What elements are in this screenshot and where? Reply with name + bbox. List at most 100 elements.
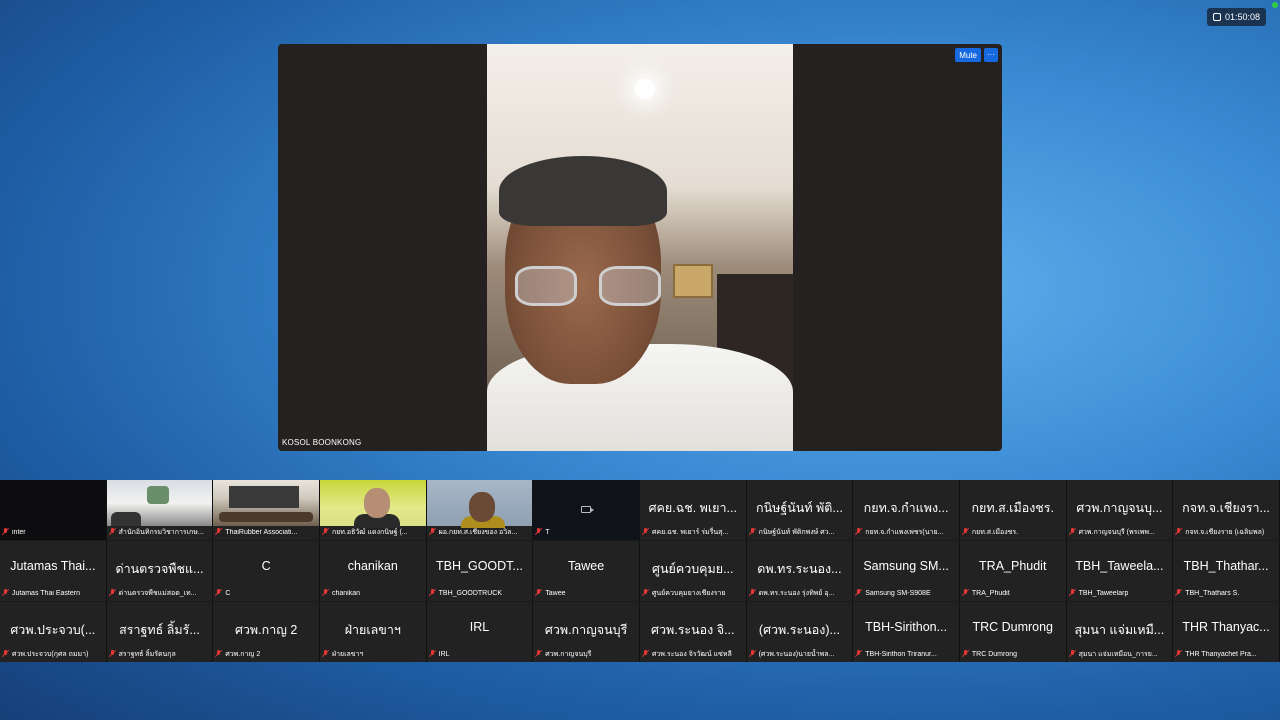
- participant-display-name: ศวพ.กาญ 2: [234, 623, 298, 637]
- participant-display-name: TRC Dumrong: [972, 620, 1054, 634]
- participant-display-name: สราฐทธ์ ลิ้มรั...: [119, 623, 200, 637]
- participant-tile[interactable]: chanikan chanikan: [319, 541, 427, 601]
- participant-tile[interactable]: ThaiRubber Associati...: [213, 480, 320, 540]
- participant-tile[interactable]: TBH_Thathar... TBH_Thathars S.: [1173, 541, 1280, 601]
- participant-nameplate: สำนักอินทิกรมวิชาการเกษ...: [109, 526, 209, 538]
- mic-off-icon: [749, 650, 756, 658]
- participant-nameplate: inter: [2, 526, 102, 538]
- participant-nameplate: Jutamas Thai Eastern: [2, 587, 102, 599]
- mic-off-icon: [429, 528, 436, 536]
- meeting-timer[interactable]: 01:50:08: [1206, 8, 1266, 26]
- participant-nameplate: ด่านตรวจพืชแม่สอด_เท...: [109, 587, 209, 599]
- participant-tile[interactable]: ศูนย์ควบคุมย... ศูนย์ควบคุมยางเชียงราย: [639, 541, 747, 601]
- participant-display-name: C: [261, 559, 271, 573]
- participant-display-name: ศวพ.กาญจนบุรี: [544, 623, 628, 637]
- more-options-button[interactable]: ···: [984, 48, 998, 62]
- participant-nameplate: กยท.ส.เมืองชร.: [962, 526, 1062, 538]
- mic-off-icon: [855, 589, 862, 597]
- mute-participant-button[interactable]: Mute: [955, 48, 981, 62]
- participant-gallery: inter สำนักอินทิกรมวิชาการเกษ... ThaiRub…: [0, 480, 1280, 662]
- active-speaker-video[interactable]: Mute ··· KOSOL BOONKONG: [278, 44, 1002, 451]
- mic-off-icon: [215, 528, 222, 536]
- participant-tile[interactable]: ศวพ.กาญจนบุรี ศวพ.กาญจนบุรี: [533, 602, 640, 662]
- participant-nameplate: TRC Dumrong: [962, 648, 1062, 660]
- participant-tile[interactable]: T: [533, 480, 640, 540]
- participant-tile[interactable]: ศวพ.ประจวบ(... ศวพ.ประจวบ(กุศล ถมมา): [0, 602, 107, 662]
- participant-tile[interactable]: ศวพ.ระนอง จิ... ศวพ.ระนอง จิรวัฒน์ แซ่หลี: [639, 602, 747, 662]
- participant-tile[interactable]: กยท.ส.เมืองชร. กยท.ส.เมืองชร.: [959, 480, 1067, 540]
- participant-nameplate: ผอ.กยท.ส.เชียงของ อวิล...: [429, 526, 529, 538]
- connection-status-dot: [1272, 2, 1278, 8]
- participant-video: [106, 480, 213, 526]
- participant-tile[interactable]: Jutamas Thai... Jutamas Thai Eastern: [0, 541, 107, 601]
- participant-tile[interactable]: IRL IRL: [426, 602, 534, 662]
- participant-tile[interactable]: ศวพ.กาญ 2 ศวพ.กาญ 2: [213, 602, 320, 662]
- participant-tile[interactable]: TBH_GOODT... TBH_GOODTRUCK: [426, 541, 534, 601]
- participant-display-name: TBH_Taweela...: [1075, 559, 1164, 573]
- participant-display-name: ศวพ.ประจวบ(...: [10, 623, 96, 637]
- mic-off-icon: [642, 650, 649, 658]
- participant-tile[interactable]: TRA_Phudit TRA_Phudit: [959, 541, 1067, 601]
- participant-display-name: chanikan: [347, 559, 398, 573]
- participant-video: [213, 480, 319, 526]
- participant-tile[interactable]: ด่านตรวจพืชแ... ด่านตรวจพืชแม่สอด_เท...: [106, 541, 214, 601]
- participant-nameplate: TBH-Sirithon Triranur...: [855, 648, 955, 660]
- participant-tile[interactable]: สราฐทธ์ ลิ้มรั... สราฐทธ์ ลิ้มรัตนกุล: [106, 602, 214, 662]
- participant-nameplate: TRA_Phudit: [962, 587, 1062, 599]
- participant-tile[interactable]: ศวพ.กาญจนบุ... ศวพ.กาญจนบุรี (พรเพพ...: [1066, 480, 1174, 540]
- participant-display-name: ฝ่ายเลขาฯ: [344, 623, 401, 637]
- speaker-hair: [499, 156, 667, 226]
- participant-tile[interactable]: กยท.อธิวัฒ์ แดงกนิษฐ์ (...: [319, 480, 427, 540]
- participant-tile[interactable]: กนิษฐ์นันท์ พัติ... กนิษฐ์นันท์ พัติกพงษ…: [746, 480, 854, 540]
- participant-tile[interactable]: ดพ.ทร.ระนอง... ดพ.ทร.ระนอง รุ่งทิพย์ อุ..…: [746, 541, 854, 601]
- participant-tile[interactable]: ผอ.กยท.ส.เชียงของ อวิล...: [426, 480, 534, 540]
- speaker-glasses: [515, 266, 661, 306]
- participant-display-name: สุมนา แจ่มเหมื...: [1074, 623, 1165, 637]
- mic-off-icon: [749, 528, 756, 536]
- participant-tile[interactable]: TBH_Taweela... TBH_Taweelarp: [1066, 541, 1174, 601]
- mic-off-icon: [1175, 528, 1182, 536]
- participant-tile[interactable]: Tawee Tawee: [533, 541, 640, 601]
- background-painting: [673, 264, 713, 298]
- mic-off-icon: [2, 650, 9, 658]
- participant-tile[interactable]: Samsung SM... Samsung SM-S908E: [853, 541, 960, 601]
- participant-tile[interactable]: inter: [0, 480, 107, 540]
- participant-tile[interactable]: CC: [213, 541, 320, 601]
- participant-tile[interactable]: TRC Dumrong TRC Dumrong: [959, 602, 1067, 662]
- speaker-name-label: KOSOL BOONKONG: [282, 438, 362, 447]
- mic-off-icon: [1069, 650, 1076, 658]
- mic-off-icon: [535, 650, 542, 658]
- mic-off-icon: [109, 589, 116, 597]
- mic-off-icon: [215, 589, 222, 597]
- mic-off-icon: [2, 528, 9, 536]
- video-controls: Mute ···: [955, 48, 998, 62]
- participant-display-name: IRL: [469, 620, 490, 634]
- participant-display-name: กยท.จ.กำแพง...: [863, 501, 949, 515]
- participant-tile[interactable]: (ศวพ.ระนอง)... (ศวพ.ระนอง)นายน้ำพล...: [746, 602, 854, 662]
- participant-tile[interactable]: THR Thanyac... THR Thanyachet Pra...: [1173, 602, 1280, 662]
- participant-tile[interactable]: ฝ่ายเลขาฯ ฝ่ายเลขาฯ: [319, 602, 427, 662]
- mic-off-icon: [2, 589, 9, 597]
- participant-tile[interactable]: กยท.จ.กำแพง... กยท.จ.กำแพงเพชร(นาย...: [853, 480, 960, 540]
- mic-off-icon: [962, 528, 969, 536]
- participant-nameplate: กนิษฐ์นันท์ พัติกพงษ์ ศว...: [749, 526, 849, 538]
- mic-off-icon: [109, 650, 116, 658]
- participant-display-name: กจท.จ.เชียงรา...: [1182, 501, 1270, 515]
- participant-tile[interactable]: TBH-Sirithon... TBH-Sirithon Triranur...: [853, 602, 960, 662]
- participant-display-name: THR Thanyac...: [1182, 620, 1270, 634]
- participant-nameplate: TBH_GOODTRUCK: [429, 587, 529, 599]
- participant-nameplate: ฝ่ายเลขาฯ: [322, 648, 422, 660]
- participant-nameplate: สราฐทธ์ ลิ้มรัตนกุล: [109, 648, 209, 660]
- participant-nameplate: ศวพ.ประจวบ(กุศล ถมมา): [2, 648, 102, 660]
- participant-tile[interactable]: ศคย.ฉช. พเยา... ศคย.ฉช. พเยาร์ ร่มรื่นสุ…: [639, 480, 747, 540]
- participant-nameplate: T: [535, 526, 635, 538]
- mic-off-icon: [962, 589, 969, 597]
- mic-off-icon: [855, 650, 862, 658]
- mic-off-icon: [322, 589, 329, 597]
- participant-tile[interactable]: สำนักอินทิกรมวิชาการเกษ...: [106, 480, 214, 540]
- participant-tile[interactable]: กจท.จ.เชียงรา... กจท.จ.เชียงราย (เฉลิมพล…: [1173, 480, 1280, 540]
- mic-off-icon: [642, 528, 649, 536]
- participant-nameplate: chanikan: [322, 587, 422, 599]
- participant-tile[interactable]: สุมนา แจ่มเหมื... สุมนา แจ่มเหมือน_การย..…: [1066, 602, 1174, 662]
- participant-display-name: (ศวพ.ระนอง)...: [758, 623, 840, 637]
